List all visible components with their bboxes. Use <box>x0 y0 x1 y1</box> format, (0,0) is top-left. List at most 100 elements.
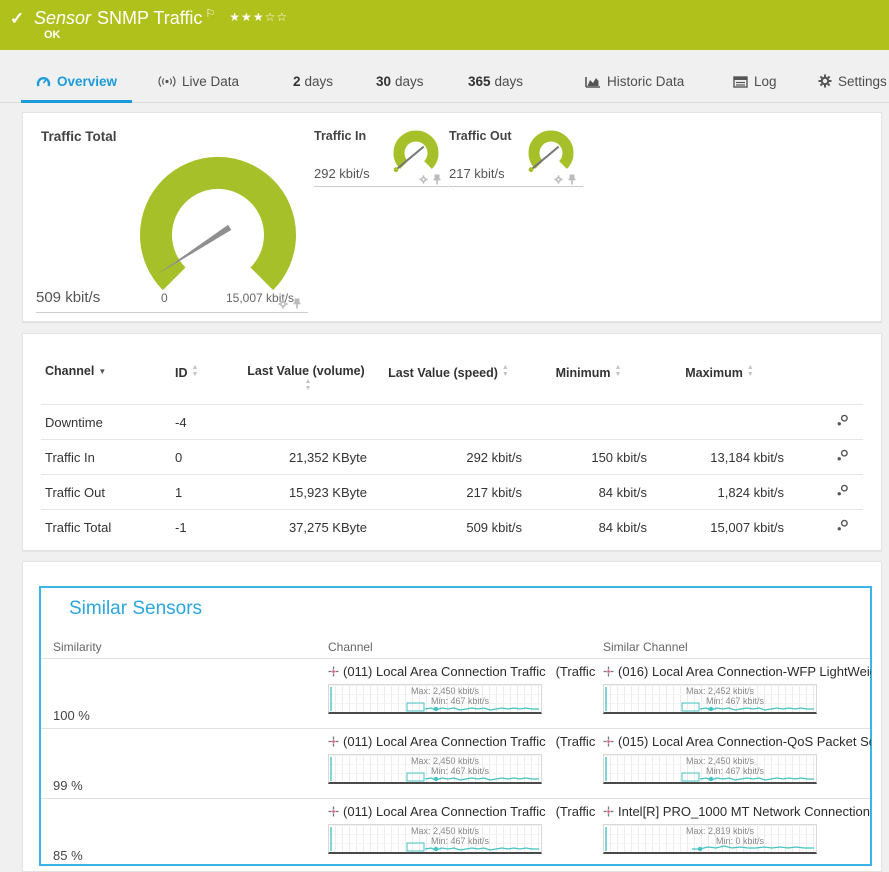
tab-365-days[interactable]: 365days <box>468 63 523 103</box>
col-channel[interactable]: Channel▼ <box>41 356 171 405</box>
sparkline <box>329 825 541 853</box>
channel-settings-icon[interactable] <box>836 519 849 532</box>
channel-link[interactable]: (011) Local Area Connection Traffic(Traf… <box>328 804 596 821</box>
channel-id: -4 <box>171 405 241 440</box>
channel-settings-icon[interactable] <box>836 484 849 497</box>
gear-icon <box>818 74 832 88</box>
divider <box>449 186 583 187</box>
tab-overview[interactable]: Overview <box>21 63 132 103</box>
similar-channel-cell: (016) Local Area Connection-WFP LightWei… <box>603 664 871 714</box>
channel-speed: 292 kbit/s <box>371 440 526 475</box>
gauge-icon <box>36 75 51 88</box>
channel-minigraph[interactable]: Max: 2,450 kbit/s Min: 467 kbit/s <box>328 824 542 854</box>
tab-historic-data[interactable]: Historic Data <box>585 63 684 103</box>
col-last-volume[interactable]: Last Value (volume)▲▼ <box>241 356 371 405</box>
col-last-speed[interactable]: Last Value (speed)▲▼ <box>371 356 526 405</box>
status-check-icon: ✓ <box>10 9 24 29</box>
channel-name: Traffic Out <box>41 475 171 510</box>
col-id[interactable]: ID▲▼ <box>171 356 241 405</box>
channel-volume: 15,923 KByte <box>241 475 371 510</box>
similar-row: 85 % (011) Local Area Connection Traffic… <box>41 798 870 868</box>
similar-channel-minigraph[interactable]: Max: 2,819 kbit/s Min: 0 kbit/s <box>603 824 817 854</box>
gauge-gear-icon[interactable] <box>554 175 563 184</box>
channel-settings-icon[interactable] <box>836 449 849 462</box>
similar-channel-cell: Intel[R] PRO_1000 MT Network Connection(… <box>603 804 871 854</box>
channel-minigraph[interactable]: Max: 2,450 kbit/s Min: 467 kbit/s <box>328 684 542 714</box>
channel-volume: 21,352 KByte <box>241 440 371 475</box>
traffic-total-gauge[interactable] <box>118 139 318 309</box>
channel-volume <box>241 405 371 440</box>
similar-sensors-panel: Similar Sensors Similarity Channel Simil… <box>22 561 882 872</box>
similar-channel-link[interactable]: (015) Local Area Connection-QoS Packet S… <box>603 734 871 751</box>
tab-live-data[interactable]: Live Data <box>158 63 239 103</box>
gauge-gear-icon[interactable] <box>419 175 428 184</box>
sort-icon: ▲▼ <box>747 364 754 378</box>
tab-bar: Overview Live Data 2days 30days 365days … <box>0 63 889 103</box>
move-crosshair-icon <box>603 806 614 817</box>
channel-cell: (011) Local Area Connection Traffic(Traf… <box>328 804 596 854</box>
move-crosshair-icon <box>603 666 614 677</box>
sort-icon: ▲▼ <box>192 364 199 378</box>
channel-name: Downtime <box>41 405 171 440</box>
similarity-value: 99 % <box>53 778 83 793</box>
sensor-header: ✓ SensorSNMP Traffic⚐★★★☆☆ OK <box>0 0 889 50</box>
tab-30-days[interactable]: 30days <box>376 63 424 103</box>
channel-speed: 217 kbit/s <box>371 475 526 510</box>
similar-channel-minigraph[interactable]: Max: 2,450 kbit/s Min: 467 kbit/s <box>603 754 817 784</box>
divider <box>314 186 448 187</box>
channel-max: 13,184 kbit/s <box>651 440 788 475</box>
traffic-total-label: Traffic Total <box>41 129 117 144</box>
sensor-name: SNMP Traffic <box>97 8 202 28</box>
sparkline <box>329 755 541 783</box>
channel-name: Traffic In <box>41 440 171 475</box>
channels-panel: Channel▼ ID▲▼ Last Value (volume)▲▼ Last… <box>22 333 882 551</box>
traffic-out-value: 217 kbit/s <box>449 166 505 181</box>
chart-icon <box>585 75 601 88</box>
channel-speed <box>371 405 526 440</box>
channel-min: 150 kbit/s <box>526 440 651 475</box>
move-crosshair-icon <box>328 666 339 677</box>
channel-volume: 37,275 KByte <box>241 510 371 545</box>
channel-link[interactable]: (011) Local Area Connection Traffic(Traf… <box>328 734 596 751</box>
col-maximum[interactable]: Maximum▲▼ <box>651 356 788 405</box>
traffic-total-value: 509 kbit/s <box>36 289 100 306</box>
log-icon <box>733 76 748 88</box>
priority-stars[interactable]: ★★★☆☆ <box>229 10 288 24</box>
broadcast-icon <box>158 75 176 88</box>
channel-speed: 509 kbit/s <box>371 510 526 545</box>
table-row: Downtime -4 <box>41 405 863 440</box>
gauge-actions <box>554 174 576 185</box>
channel-minigraph[interactable]: Max: 2,450 kbit/s Min: 467 kbit/s <box>328 754 542 784</box>
divider <box>36 312 308 313</box>
gauge-gear-icon[interactable] <box>278 299 288 309</box>
title-prefix: Sensor <box>34 8 91 28</box>
table-row: Traffic In 0 21,352 KByte 292 kbit/s 150… <box>41 440 863 475</box>
similar-row: 100 % (011) Local Area Connection Traffi… <box>41 658 870 728</box>
channel-min: 84 kbit/s <box>526 510 651 545</box>
similarity-value: 100 % <box>53 708 90 723</box>
gauge-actions <box>278 298 301 309</box>
pin-icon[interactable] <box>433 174 441 185</box>
col-minimum[interactable]: Minimum▲▼ <box>526 356 651 405</box>
sort-icon: ▲▼ <box>502 364 509 378</box>
channel-settings-icon[interactable] <box>836 414 849 427</box>
tab-2-days[interactable]: 2days <box>293 63 333 103</box>
pin-icon[interactable] <box>568 174 576 185</box>
traffic-in-block: Traffic In 292 kbit/s <box>314 129 448 189</box>
channel-cell: (011) Local Area Connection Traffic(Traf… <box>328 734 596 784</box>
tab-log[interactable]: Log <box>733 63 777 103</box>
channel-max: 1,824 kbit/s <box>651 475 788 510</box>
similar-rows: 100 % (011) Local Area Connection Traffi… <box>41 658 870 868</box>
move-crosshair-icon <box>603 736 614 747</box>
traffic-out-label: Traffic Out <box>449 129 512 143</box>
similar-channel-minigraph[interactable]: Max: 2,452 kbit/s Min: 467 kbit/s <box>603 684 817 714</box>
sort-icon: ▲▼ <box>614 364 621 378</box>
similar-channel-link[interactable]: Intel[R] PRO_1000 MT Network Connection(… <box>603 804 871 821</box>
similar-channel-link[interactable]: (016) Local Area Connection-WFP LightWei… <box>603 664 871 681</box>
table-row: Traffic Out 1 15,923 KByte 217 kbit/s 84… <box>41 475 863 510</box>
pin-icon[interactable] <box>293 298 301 309</box>
channel-link[interactable]: (011) Local Area Connection Traffic(Traf… <box>328 664 596 681</box>
flag-icon[interactable]: ⚐ <box>205 8 215 20</box>
similar-channel-cell: (015) Local Area Connection-QoS Packet S… <box>603 734 871 784</box>
tab-settings[interactable]: Settings <box>818 63 887 103</box>
